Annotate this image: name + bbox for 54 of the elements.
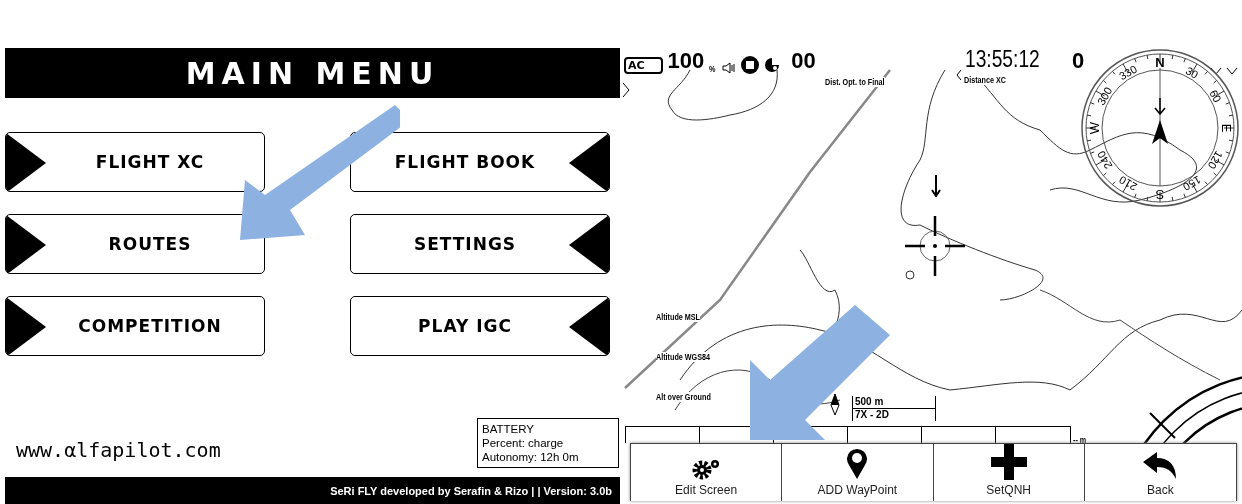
chevron-left-icon — [956, 69, 962, 81]
compass-label: 120 — [1205, 149, 1226, 171]
compass-label: 60 — [1207, 87, 1224, 105]
field-label: Distance XC — [964, 75, 1007, 85]
toolbar-button[interactable]: Edit Screen — [631, 444, 783, 501]
compass-label: N — [1155, 54, 1165, 70]
satellite-count: 00 — [791, 48, 816, 74]
clock-time: 13:55:12 — [965, 45, 1040, 73]
menu-button[interactable]: FLIGHT BOOK — [350, 132, 610, 192]
chevron-down-icon — [1210, 67, 1238, 75]
plus-icon — [990, 444, 1027, 480]
compass-label: E — [1218, 123, 1234, 133]
battery-level: 100 — [667, 48, 705, 74]
back-arrow-icon — [1143, 452, 1178, 480]
crosshair-icon — [905, 216, 965, 276]
menu-button[interactable]: SETTINGS — [350, 214, 610, 274]
altitude-label: Altitude MSL — [656, 312, 700, 322]
compass-label: 30 — [1183, 64, 1201, 81]
compass-label: 150 — [1181, 173, 1203, 194]
gears-icon — [691, 458, 722, 480]
north-arrow-icon — [830, 394, 840, 416]
power-indicator: AC — [624, 57, 663, 74]
battery-info: Autonomy: 12h 0m — [482, 450, 580, 464]
compass-label: 330 — [1117, 62, 1139, 83]
scale-mode: 7X - 2D — [854, 409, 890, 421]
speaker-icon — [722, 62, 737, 74]
satellite-icon — [764, 56, 781, 74]
percent-unit: % — [709, 64, 716, 74]
compass-label: 240 — [1094, 149, 1115, 171]
menu-title: MAIN MENU — [185, 55, 440, 91]
map-pin-icon — [846, 448, 869, 480]
toolbar-button[interactable]: SetQNH — [933, 444, 1085, 501]
credits-text: SeRi FLY developed by Serafin & Rizo | | Version: 3.0b — [330, 484, 612, 497]
altitude-label: Alt over Ground — [656, 392, 711, 402]
compass-label: 300 — [1094, 85, 1115, 107]
menu-button[interactable]: ROUTES — [5, 214, 265, 274]
menu-button[interactable]: COMPETITION — [5, 296, 265, 356]
menu-button[interactable]: FLIGHT XC — [5, 132, 265, 192]
down-arrow-icon — [931, 175, 941, 197]
distance-value: 0 — [1072, 48, 1085, 73]
compass-label: S — [1155, 186, 1165, 202]
stop-icon — [741, 56, 760, 74]
altitude-label: Altitude WGS84 — [656, 352, 710, 362]
battery-title: BATTERY — [482, 422, 535, 436]
toolbar-button[interactable]: Back — [1084, 444, 1236, 501]
scale-distance: 500 m — [853, 396, 935, 409]
battery-info: Percent: charge — [482, 436, 565, 450]
chevron-right-icon — [622, 82, 630, 98]
toolbar-button[interactable]: ADD WayPoint — [782, 444, 934, 501]
compass-label: W — [1086, 121, 1102, 135]
field-label: Dist. Opt. to Final — [825, 77, 885, 87]
menu-button[interactable]: PLAY IGC — [350, 296, 610, 356]
compass-label: 210 — [1117, 173, 1139, 194]
website-link[interactable]: www.αlfapilot.com — [16, 438, 221, 462]
